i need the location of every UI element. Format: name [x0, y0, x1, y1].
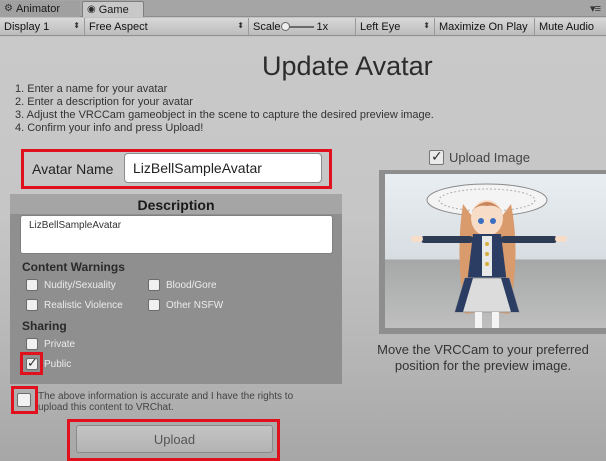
description-panel: Description LizBellSampleAvatar Content …: [10, 194, 342, 384]
upload-image-label: Upload Image: [449, 150, 530, 165]
dropdown-arrow-icon: ⬍: [73, 21, 80, 30]
sharing-label: Public: [44, 358, 72, 370]
tab-game[interactable]: ◉ Game: [82, 1, 144, 17]
animator-icon: ⚙: [4, 3, 13, 14]
description-heading: Description: [10, 194, 342, 214]
checkbox-icon[interactable]: [26, 279, 38, 291]
sharing-private-checkbox[interactable]: Private: [26, 338, 75, 350]
mute-label: Mute Audio: [539, 20, 595, 33]
instruction-line: 1. Enter a name for your avatar: [15, 83, 168, 95]
display-dropdown[interactable]: Display 1 ⬍: [0, 18, 85, 35]
page-title: Update Avatar: [262, 51, 433, 81]
sharing-heading: Sharing: [22, 319, 67, 333]
description-input[interactable]: LizBellSampleAvatar: [20, 215, 333, 254]
content-warnings-heading: Content Warnings: [22, 260, 125, 274]
terms-text: The above information is accurate and I …: [38, 391, 294, 413]
dropdown-arrow-icon: ⬍: [237, 21, 244, 30]
avatar-preview-figure: [411, 183, 567, 328]
avatar-name-input[interactable]: LizBellSampleAvatar: [124, 153, 322, 183]
warning-violence-checkbox[interactable]: Realistic Violence: [26, 299, 123, 311]
aspect-value: Free Aspect: [89, 20, 148, 33]
terms-checkbox[interactable]: [17, 393, 31, 407]
upload-image-checkbox[interactable]: [429, 148, 444, 165]
aspect-dropdown[interactable]: Free Aspect ⬍: [85, 18, 249, 35]
scale-value: 1x: [316, 20, 329, 33]
eye-value: Left Eye: [360, 20, 401, 33]
checkbox-icon[interactable]: [148, 279, 160, 291]
tab-animator[interactable]: ⚙ Animator: [0, 1, 80, 17]
upload-button[interactable]: Upload: [76, 425, 273, 453]
instruction-line: 2. Enter a description for your avatar: [15, 96, 193, 108]
maximize-label: Maximize On Play: [439, 20, 528, 33]
avatar-name-label: Avatar Name: [32, 161, 114, 177]
warning-label: Blood/Gore: [166, 279, 217, 291]
tab-bar: ⚙ Animator ◉ Game ▾≡: [0, 0, 606, 17]
display-value: Display 1: [4, 20, 50, 33]
scale-label: Scale: [253, 20, 281, 33]
warning-blood-checkbox[interactable]: Blood/Gore: [148, 279, 217, 291]
panel-menu-icon[interactable]: ▾≡: [590, 2, 601, 15]
tab-game-label: Game: [98, 3, 129, 16]
preview-image: [379, 170, 606, 334]
preview-caption: Move the VRCCam to your preferred positi…: [377, 342, 589, 373]
checkbox-icon[interactable]: [26, 338, 38, 350]
checkbox-icon[interactable]: [148, 299, 160, 311]
warning-label: Nudity/Sexuality: [44, 279, 116, 291]
scale-slider-track[interactable]: [280, 21, 314, 31]
checkbox-icon[interactable]: [26, 299, 38, 311]
dropdown-arrow-icon: ⬍: [423, 21, 430, 30]
public-highlight: [20, 352, 43, 375]
maximize-on-play-toggle[interactable]: Maximize On Play: [435, 18, 535, 35]
sharing-label: Private: [44, 338, 76, 350]
warning-nudity-checkbox[interactable]: Nudity/Sexuality: [26, 279, 116, 291]
scale-slider-knob[interactable]: [280, 21, 290, 31]
preview-render: [385, 174, 606, 328]
warning-label: Other NSFW: [166, 299, 224, 311]
game-icon: ◉: [87, 3, 96, 15]
game-toolbar: Display 1 ⬍ Free Aspect ⬍ Scale 1x Left …: [0, 18, 606, 36]
warning-nsfw-checkbox[interactable]: Other NSFW: [148, 299, 223, 311]
scale-slider[interactable]: Scale 1x: [249, 18, 356, 35]
mute-audio-toggle[interactable]: Mute Audio: [535, 18, 606, 35]
eye-dropdown[interactable]: Left Eye ⬍: [356, 18, 435, 35]
warning-label: Realistic Violence: [44, 299, 123, 311]
tab-animator-label: Animator: [15, 3, 60, 15]
game-view: Update Avatar 1. Enter a name for your a…: [0, 37, 606, 461]
instruction-line: 3. Adjust the VRCCam gameobject in the s…: [15, 109, 434, 121]
instruction-line: 4. Confirm your info and press Upload!: [15, 122, 204, 134]
